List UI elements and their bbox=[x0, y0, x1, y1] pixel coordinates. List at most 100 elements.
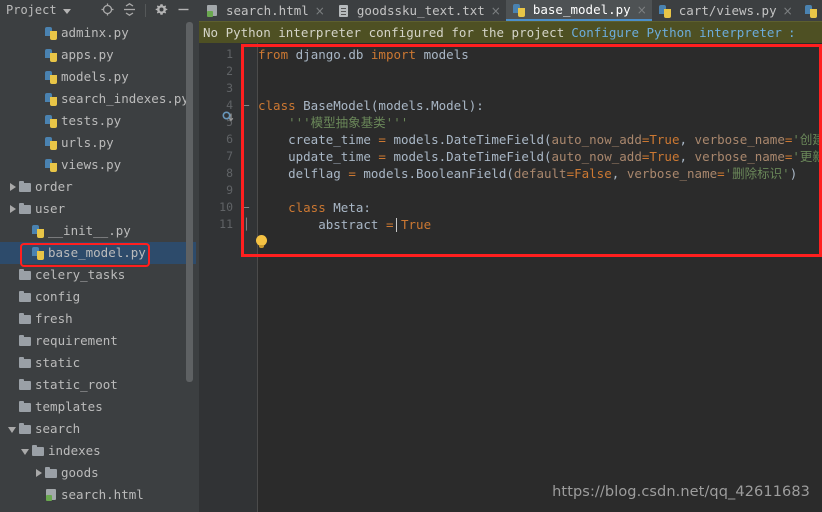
code-token: = bbox=[717, 166, 725, 181]
code-token: auto_now_add bbox=[551, 149, 642, 164]
chevron-right-icon[interactable] bbox=[8, 182, 18, 192]
code-token: class bbox=[258, 98, 304, 113]
project-panel: Project adminx.py apps.py models.py sear… bbox=[0, 0, 196, 512]
code-editor[interactable]: 1 2 3 4 5 6 7 8 9 10 11 − − │ from django.db import … bbox=[199, 43, 822, 512]
code-line-6[interactable]: create_time = models.DateTimeField(auto_… bbox=[258, 131, 822, 148]
project-file-tree[interactable]: adminx.py apps.py models.py search_indexes.… bbox=[0, 20, 196, 512]
chevron-right-icon[interactable] bbox=[34, 468, 44, 478]
code-token: False bbox=[574, 166, 612, 181]
project-tree-scrollbar[interactable] bbox=[186, 22, 193, 382]
line-number: 3 bbox=[226, 81, 233, 95]
code-token: True bbox=[649, 132, 680, 147]
python-file-icon bbox=[44, 158, 58, 172]
editor-tab-goodssku-text-txt[interactable]: goodssku_text.txt × bbox=[329, 0, 506, 21]
tree-item-adminx-py[interactable]: adminx.py bbox=[0, 22, 196, 44]
code-token: True bbox=[649, 149, 680, 164]
tree-item-label: order bbox=[35, 179, 73, 194]
code-token: abstract bbox=[258, 217, 386, 232]
intention-bulb-icon[interactable] bbox=[255, 235, 268, 250]
tree-item-label: search_indexes.py bbox=[61, 91, 189, 106]
code-line-7[interactable]: update_time = models.DateTimeField(auto_… bbox=[258, 148, 822, 165]
code-token: models.DateTimeField( bbox=[393, 132, 552, 147]
tree-item-config[interactable]: config bbox=[0, 286, 196, 308]
chevron-down-icon[interactable] bbox=[8, 424, 18, 434]
toolbar-separator bbox=[145, 3, 146, 17]
tree-item--init-py[interactable]: __init__.py bbox=[0, 220, 196, 242]
editor-tab-bar[interactable]: search.html × goodssku_text.txt × base_model… bbox=[199, 0, 822, 21]
code-token: = bbox=[378, 132, 394, 147]
line-number: 2 bbox=[226, 64, 233, 78]
tree-item-static[interactable]: static bbox=[0, 352, 196, 374]
code-fold-marker[interactable]: │ bbox=[243, 216, 250, 233]
code-line-1[interactable]: from django.db import models bbox=[258, 46, 469, 63]
tree-item-fresh[interactable]: fresh bbox=[0, 308, 196, 330]
tree-item-order[interactable]: order bbox=[0, 176, 196, 198]
tab-close-icon[interactable]: × bbox=[315, 5, 325, 17]
code-token: delflag bbox=[258, 166, 349, 181]
tree-item-label: indexes bbox=[48, 443, 101, 458]
code-line-11[interactable]: abstract = True bbox=[258, 216, 431, 233]
python-file-icon bbox=[804, 4, 818, 18]
code-token: = bbox=[566, 166, 575, 181]
tree-item-search-html[interactable]: search.html bbox=[0, 484, 196, 506]
tree-item-label: adminx.py bbox=[61, 25, 129, 40]
code-line-8[interactable]: delflag = models.BooleanField(default=Fa… bbox=[258, 165, 797, 182]
python-file-icon bbox=[31, 246, 45, 260]
tree-item-requirement[interactable]: requirement bbox=[0, 330, 196, 352]
configure-interpreter-link[interactable]: Configure Python interpreter bbox=[571, 25, 782, 40]
locate-icon[interactable] bbox=[101, 1, 114, 20]
code-token: verbose_name bbox=[694, 149, 785, 164]
editor-tab-base-model-py[interactable]: base_model.py × bbox=[505, 0, 652, 21]
tree-item-indexes[interactable]: indexes bbox=[0, 440, 196, 462]
tree-item-views-py[interactable]: views.py bbox=[0, 154, 196, 176]
tree-item-base-model-py[interactable]: base_model.py bbox=[0, 242, 196, 264]
tab-close-icon[interactable]: × bbox=[637, 4, 647, 16]
code-token: import bbox=[370, 47, 424, 62]
hide-panel-icon[interactable] bbox=[177, 1, 190, 20]
code-token: from bbox=[258, 47, 296, 62]
chevron-down-icon[interactable] bbox=[21, 446, 31, 456]
tree-item-celery-tasks[interactable]: celery_tasks bbox=[0, 264, 196, 286]
tree-item-user[interactable]: user bbox=[0, 198, 196, 220]
tree-item-apps-py[interactable]: apps.py bbox=[0, 44, 196, 66]
project-panel-title[interactable]: Project bbox=[6, 3, 57, 17]
tree-item-label: celery_tasks bbox=[35, 267, 126, 282]
tree-item-templates[interactable]: templates bbox=[0, 396, 196, 418]
tree-item-tests-py[interactable]: tests.py bbox=[0, 110, 196, 132]
code-fold-marker[interactable]: − bbox=[243, 199, 250, 216]
line-number: 1 bbox=[226, 47, 233, 61]
editor-tab-cart-views-py[interactable]: cart/views.py × bbox=[651, 0, 798, 21]
editor-tab-overflow[interactable] bbox=[797, 0, 822, 21]
code-token: auto_now_add bbox=[551, 132, 642, 147]
tree-item-goods[interactable]: goods bbox=[0, 462, 196, 484]
editor-tab-search-html[interactable]: search.html × bbox=[199, 0, 330, 21]
tree-item-label: fresh bbox=[35, 311, 73, 326]
code-token: models.DateTimeField( bbox=[393, 149, 552, 164]
html-file-icon bbox=[44, 488, 58, 502]
editor-code-area[interactable]: from django.db import models class BaseMo… bbox=[258, 43, 822, 512]
editor-gutter-markers[interactable]: − − │ bbox=[239, 43, 258, 512]
code-line-10[interactable]: class Meta: bbox=[258, 199, 371, 216]
settings-gear-icon[interactable] bbox=[155, 1, 168, 20]
code-token: True bbox=[401, 217, 432, 232]
tree-item-search-indexes-py[interactable]: search_indexes.py bbox=[0, 88, 196, 110]
python-file-icon bbox=[44, 136, 58, 150]
chevron-down-icon[interactable] bbox=[62, 8, 71, 14]
tree-item-search[interactable]: search bbox=[0, 418, 196, 440]
tree-item-static-root[interactable]: static_root bbox=[0, 374, 196, 396]
code-fold-marker[interactable]: − bbox=[243, 97, 250, 114]
override-marker-icon[interactable] bbox=[222, 108, 234, 122]
tab-close-icon[interactable]: × bbox=[491, 5, 501, 17]
tree-item-models-py[interactable]: models.py bbox=[0, 66, 196, 88]
collapse-all-icon[interactable] bbox=[123, 1, 136, 20]
code-line-4[interactable]: class BaseModel(models.Model): bbox=[258, 97, 484, 114]
code-line-5[interactable]: '''模型抽象基类''' bbox=[258, 114, 408, 131]
tree-item-urls-py[interactable]: urls.py bbox=[0, 132, 196, 154]
chevron-right-icon[interactable] bbox=[8, 204, 18, 214]
tab-close-icon[interactable]: × bbox=[783, 5, 793, 17]
